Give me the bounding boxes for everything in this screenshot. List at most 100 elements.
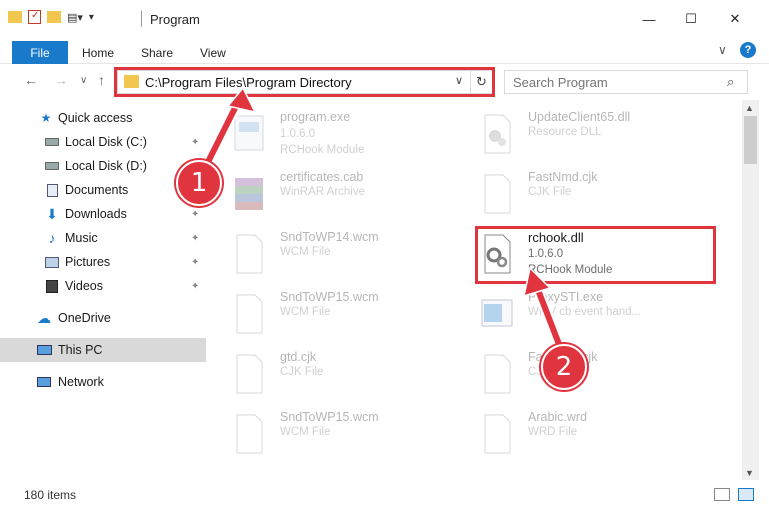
quick-access-toolbar: ✓ ▤▾ ▾ (8, 10, 94, 24)
title-bar: ✓ ▤▾ ▾ Program — ☐ ✕ (0, 0, 769, 38)
sidebar-item-label: This PC (58, 343, 103, 357)
tab-file[interactable]: File (12, 41, 68, 65)
status-bar: 180 items (0, 482, 769, 508)
file-icon (484, 354, 511, 394)
tab-view[interactable]: View (200, 46, 226, 60)
callout-badge-2: 2 (541, 344, 587, 390)
file-type: WMV cb event hand... (528, 306, 642, 318)
maximize-button[interactable]: ☐ (676, 8, 706, 30)
scroll-thumb[interactable] (744, 116, 757, 164)
file-type: Resource DLL (528, 126, 602, 138)
large-icons-view-icon[interactable] (738, 488, 754, 501)
file-type: RCHook Module (528, 264, 613, 276)
file-type: WRD File (528, 426, 578, 438)
pin-icon: ✦ (191, 136, 200, 148)
sidebar-item-music[interactable]: ♪ Music ✦ (0, 226, 206, 250)
file-icon (484, 174, 511, 214)
file-item[interactable]: SndToWP14.wcm WCM File (232, 228, 472, 284)
sidebar-item-label: Downloads (65, 207, 127, 221)
sidebar-item-network[interactable]: Network (0, 370, 206, 394)
search-icon[interactable]: ⌕ (727, 74, 734, 90)
recent-locations-button[interactable]: ∨ (80, 75, 87, 86)
cloud-icon: ☁ (37, 309, 51, 326)
sidebar-item-label: Music (65, 231, 98, 245)
file-name: SndToWP15.wcm (280, 410, 379, 424)
scroll-down-icon[interactable]: ▼ (745, 468, 754, 478)
help-icon[interactable]: ? (740, 42, 756, 58)
file-name: FastNmd.cjk (528, 170, 598, 184)
address-bar[interactable]: C:\Program Files\Program Directory ∨ ↻ (117, 70, 493, 94)
sidebar-item-local-disk-c[interactable]: Local Disk (C:) ✦ (0, 130, 206, 154)
file-item[interactable]: Arabic.wrd WRD File (480, 408, 720, 464)
file-name: certificates.cab (280, 170, 364, 184)
file-icon (236, 234, 263, 274)
sidebar-item-videos[interactable]: Videos ✦ (0, 274, 206, 298)
sidebar-item-label: Network (58, 375, 104, 389)
videos-icon (44, 279, 60, 293)
vertical-scrollbar[interactable]: ▲ ▼ (742, 100, 759, 480)
file-item[interactable]: SndToWP15.wcm WCM File (232, 288, 472, 344)
file-item[interactable]: program.exe 1.0.6.0 RCHook Module (232, 108, 472, 164)
file-type: CJK File (528, 186, 572, 198)
back-button[interactable]: ← (24, 72, 38, 88)
refresh-button[interactable]: ↻ (470, 71, 492, 93)
file-name: program.exe (280, 110, 351, 124)
star-icon: ★ (40, 111, 52, 125)
file-item-rchook-dll[interactable]: rchook.dll 1.0.6.0 RCHook Module (480, 228, 720, 284)
new-folder-icon[interactable] (47, 11, 61, 23)
music-icon: ♪ (48, 230, 56, 246)
sidebar-item-downloads[interactable]: ⬇ Downloads ✦ (0, 202, 206, 226)
pin-icon: ✦ (191, 280, 200, 292)
sidebar-item-label: Local Disk (D:) (65, 159, 147, 173)
expand-ribbon-icon[interactable]: ∨ (718, 43, 727, 57)
details-view-icon[interactable] (714, 488, 730, 501)
properties-icon[interactable]: ✓ (28, 10, 41, 24)
sidebar-item-onedrive[interactable]: ☁ OneDrive (0, 306, 206, 330)
address-dropdown-icon[interactable]: ∨ (455, 74, 463, 87)
file-version: 1.0.6.0 (528, 248, 564, 260)
sidebar-item-label: Pictures (65, 255, 111, 269)
network-icon (36, 375, 52, 389)
folder-icon (8, 11, 22, 23)
file-icon (236, 414, 263, 454)
minimize-button[interactable]: — (634, 8, 664, 30)
sidebar-item-local-disk-d[interactable]: Local Disk (D:) (0, 154, 206, 178)
file-type: RCHook Module (280, 144, 365, 156)
exe-icon (234, 115, 264, 151)
item-count: 180 items (24, 488, 77, 502)
file-item[interactable]: gtd.cjk CJK File (232, 348, 472, 404)
tab-home[interactable]: Home (82, 46, 114, 60)
sidebar-item-quick-access[interactable]: ★ Quick access (0, 106, 206, 130)
sidebar-item-this-pc[interactable]: This PC (0, 338, 206, 362)
file-item[interactable]: certificates.cab WinRAR Archive (232, 168, 472, 224)
search-box[interactable]: ⌕ (504, 70, 748, 94)
computer-icon (36, 343, 52, 357)
quick-access-dropdown-icon[interactable]: ▾ (89, 12, 94, 23)
file-item[interactable]: UpdateClient65.dll Resource DLL (480, 108, 720, 164)
up-button[interactable]: ↑ (98, 72, 105, 88)
file-list: program.exe 1.0.6.0 RCHook Module certif… (208, 100, 742, 480)
tab-share[interactable]: Share (141, 46, 173, 60)
pin-icon: ✦ (191, 256, 200, 268)
file-name: UpdateClient65.dll (528, 110, 631, 124)
address-path[interactable]: C:\Program Files\Program Directory (145, 75, 352, 90)
scroll-up-icon[interactable]: ▲ (745, 103, 754, 113)
winrar-icon (235, 178, 263, 210)
search-input[interactable] (505, 71, 715, 93)
file-item[interactable]: ProxySTI.exe WMV cb event hand... (480, 288, 720, 344)
file-item[interactable]: SndToWP15.wcm WCM File (232, 408, 472, 464)
window-title: Program (150, 12, 200, 27)
file-name: rchook.dll (528, 230, 584, 245)
close-button[interactable]: ✕ (720, 8, 750, 30)
forward-button[interactable]: → (54, 72, 68, 88)
customize-toolbar-icon[interactable]: ▤▾ (67, 11, 83, 24)
file-type: WCM File (280, 246, 331, 258)
app-icon (481, 299, 513, 327)
sidebar-item-label: OneDrive (58, 311, 111, 325)
pin-icon: ✦ (191, 208, 200, 220)
file-item[interactable]: FastNmd.cjk CJK File (480, 168, 720, 224)
file-name: SndToWP15.wcm (280, 290, 379, 304)
sidebar-item-pictures[interactable]: Pictures ✦ (0, 250, 206, 274)
file-item[interactable]: FastNmd.cjk CJK File (480, 348, 720, 404)
file-type: WCM File (280, 306, 331, 318)
